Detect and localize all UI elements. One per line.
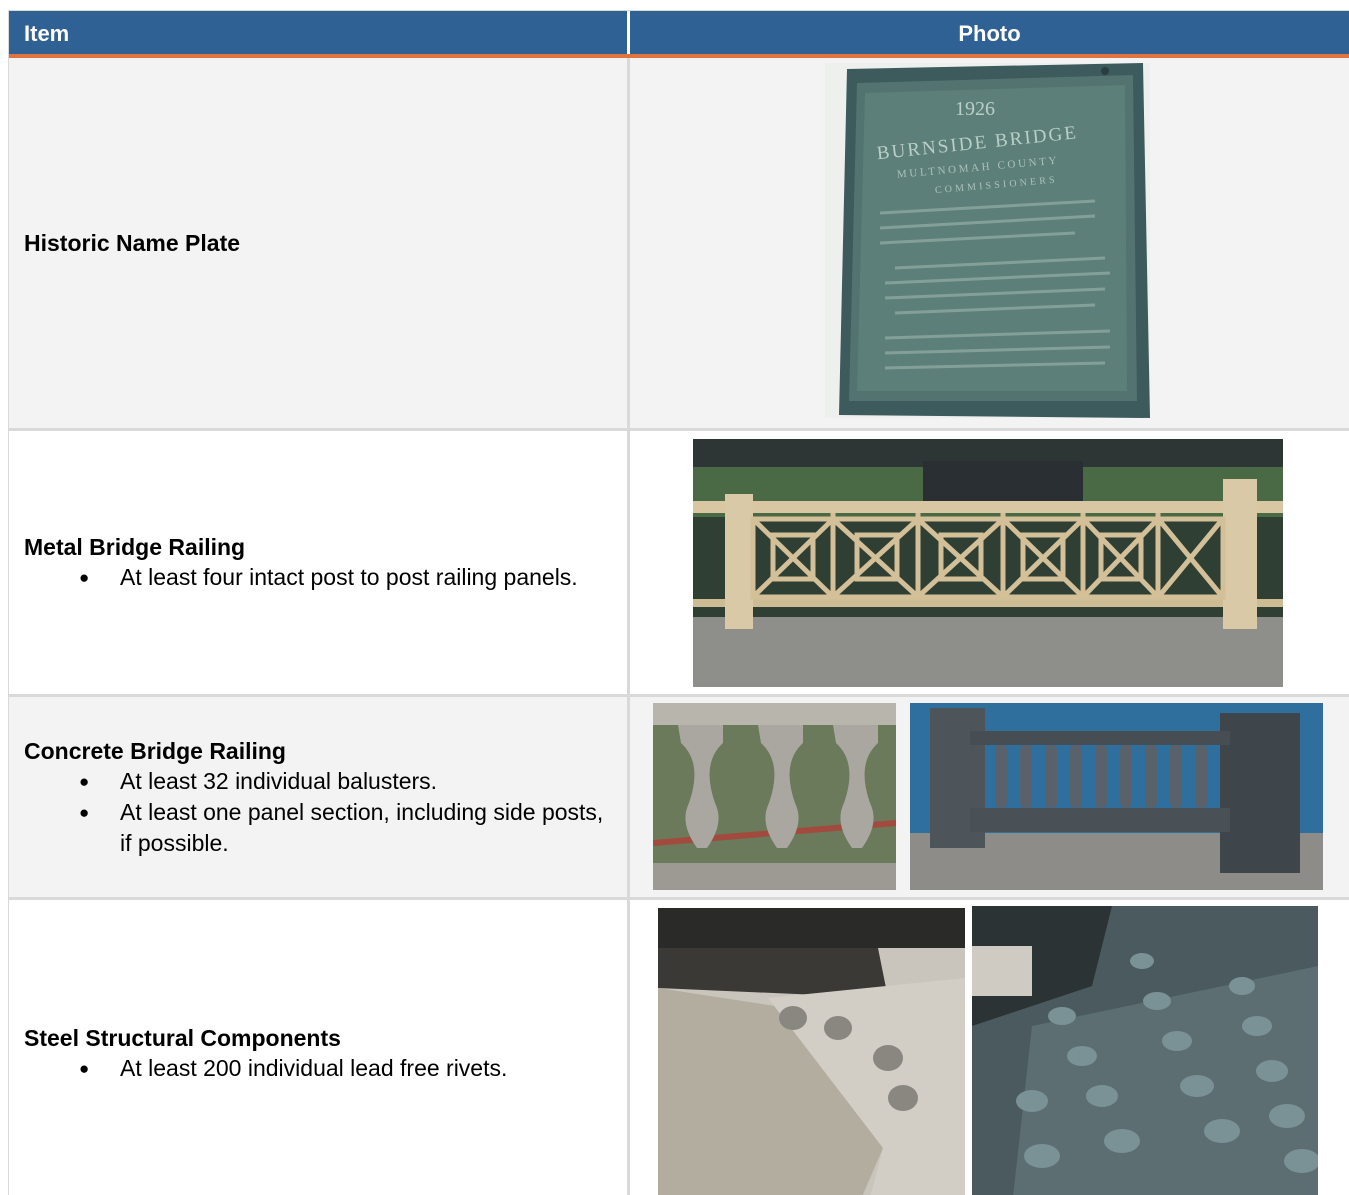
photo-cell bbox=[630, 900, 1349, 1195]
metal-railing-photo bbox=[693, 439, 1283, 687]
header-photo: Photo bbox=[958, 21, 1021, 46]
name-plate-photo: 1926 BURNSIDE BRIDGE MULTNOMAH COUNTY CO… bbox=[825, 63, 1150, 418]
item-cell: Steel Structural Components At least 200… bbox=[9, 900, 630, 1195]
balusters-closeup-photo bbox=[653, 703, 896, 890]
photo-cell: 1926 BURNSIDE BRIDGE MULTNOMAH COUNTY CO… bbox=[630, 58, 1349, 428]
item-title: Metal Bridge Railing bbox=[24, 534, 246, 560]
list-item: At least 200 individual lead free rivets… bbox=[24, 1053, 604, 1084]
table-row-concrete-railing: Concrete Bridge Railing At least 32 indi… bbox=[9, 697, 1349, 900]
item-title: Concrete Bridge Railing bbox=[24, 737, 286, 764]
item-cell: Historic Name Plate bbox=[9, 58, 630, 428]
concrete-railing-panel-photo bbox=[910, 703, 1323, 890]
steel-gusset-photo bbox=[658, 908, 965, 1195]
item-cell: Metal Bridge Railing At least four intac… bbox=[9, 431, 630, 694]
item-title: Steel Structural Components bbox=[24, 1024, 341, 1051]
list-item: At least one panel section, including si… bbox=[24, 797, 604, 859]
table-row-metal-railing: Metal Bridge Railing At least four intac… bbox=[9, 431, 1349, 697]
item-cell: Concrete Bridge Railing At least 32 indi… bbox=[9, 697, 630, 897]
photo-cell bbox=[630, 697, 1349, 897]
steel-rivets-photo bbox=[972, 906, 1318, 1195]
bullet-list: At least 200 individual lead free rivets… bbox=[24, 1053, 627, 1084]
header-item: Item bbox=[9, 11, 630, 54]
table-row-steel-components: Steel Structural Components At least 200… bbox=[9, 900, 1349, 1195]
table-header-row: Item Photo bbox=[9, 11, 1349, 58]
document-page: Item Photo Historic Name Plate 1926 BURN… bbox=[0, 0, 1349, 1195]
plaque-year-text: 1926 bbox=[955, 98, 995, 120]
bullet-list: At least four intact post to post railin… bbox=[24, 562, 627, 593]
table-row-name-plate: Historic Name Plate 1926 BURNSIDE BRIDGE… bbox=[9, 58, 1349, 431]
list-item: At least 32 individual balusters. bbox=[24, 766, 604, 797]
components-table: Item Photo Historic Name Plate 1926 BURN… bbox=[8, 10, 1349, 1195]
item-title: Historic Name Plate bbox=[24, 230, 241, 256]
bullet-list: At least 32 individual balusters. At lea… bbox=[24, 766, 627, 859]
photo-cell bbox=[630, 431, 1349, 694]
list-item: At least four intact post to post railin… bbox=[24, 562, 604, 593]
